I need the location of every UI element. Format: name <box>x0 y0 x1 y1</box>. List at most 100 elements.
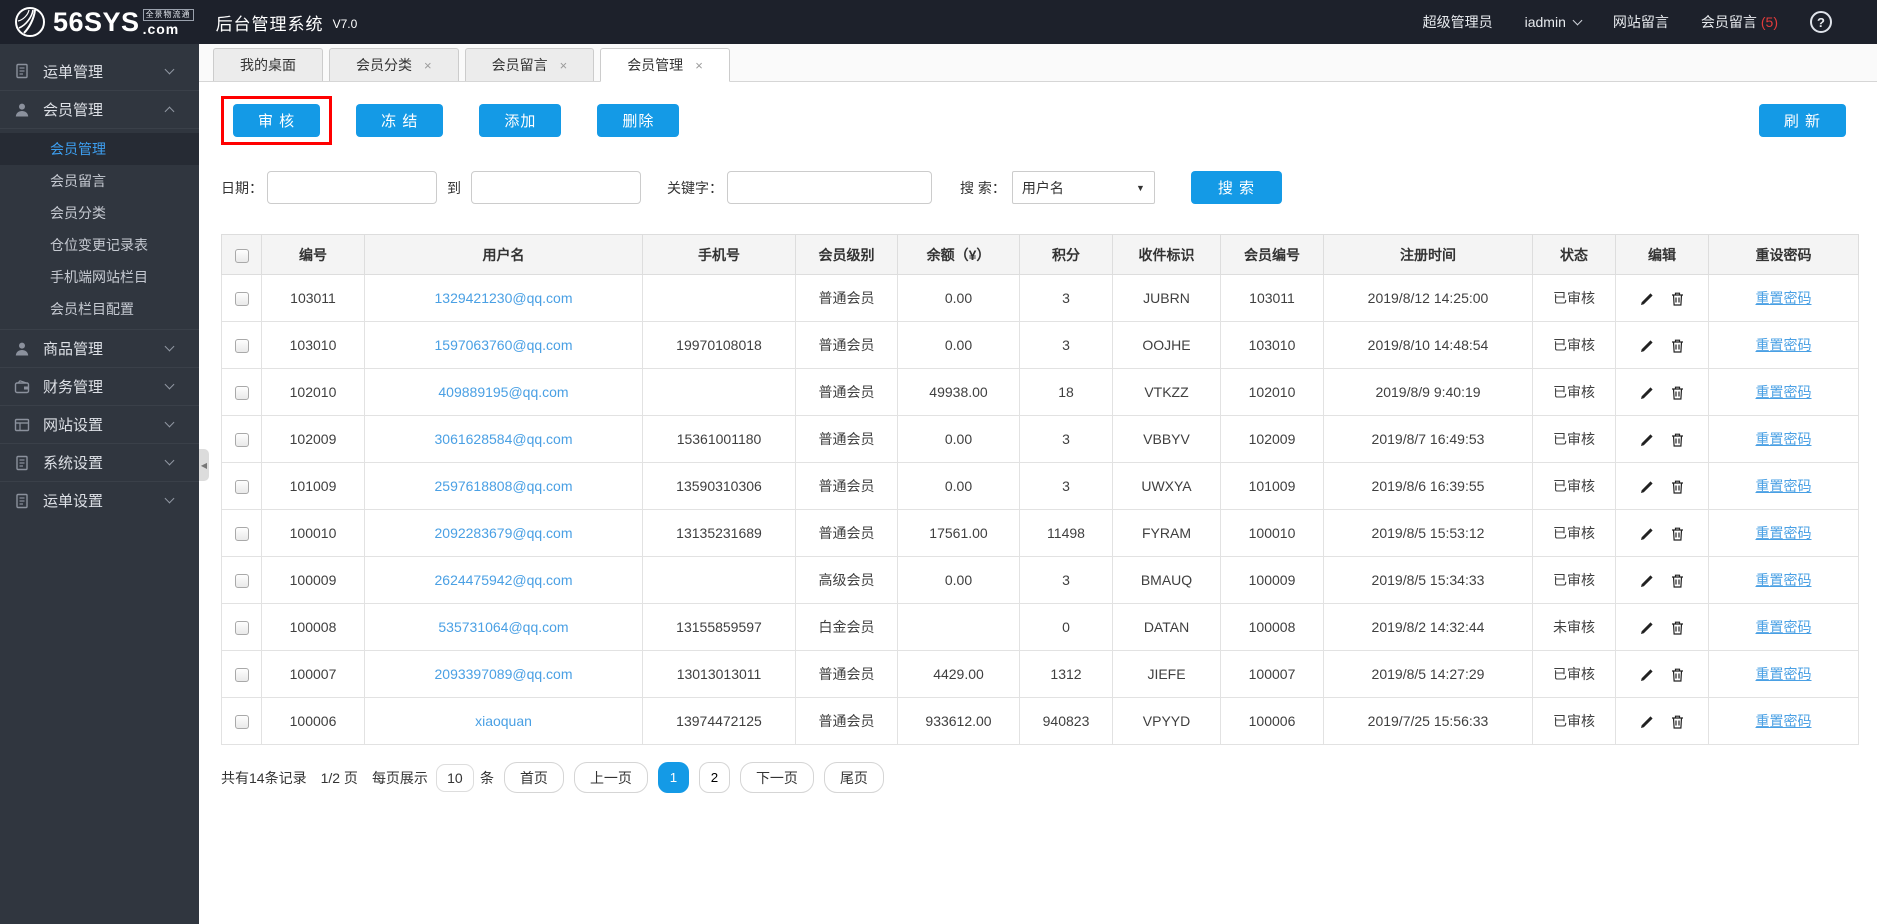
username-link[interactable]: 1329421230@qq.com <box>435 290 573 306</box>
last-page-button[interactable]: 尾页 <box>823 762 884 793</box>
username-link[interactable]: 2093397089@qq.com <box>435 666 573 682</box>
search-type-select[interactable]: 用户名 ▼ <box>1011 171 1155 204</box>
delete-icon[interactable] <box>1671 339 1684 353</box>
sidebar-subitem-member-category[interactable]: 会员分类 <box>0 197 199 229</box>
close-icon[interactable]: × <box>560 58 568 73</box>
reset-password-link[interactable]: 重置密码 <box>1756 384 1812 400</box>
delete-icon[interactable] <box>1671 668 1684 682</box>
row-checkbox[interactable] <box>234 433 249 448</box>
username-link[interactable]: xiaoquan <box>475 713 532 729</box>
tab-member-messages[interactable]: 会员留言 × <box>464 48 595 81</box>
row-checkbox[interactable] <box>234 621 249 636</box>
keyword-input[interactable] <box>727 171 932 204</box>
sidebar-subitem-mobile-site-columns[interactable]: 手机端网站栏目 <box>0 261 199 293</box>
reset-password-link[interactable]: 重置密码 <box>1756 290 1812 306</box>
sidebar-item-waybill-mgmt[interactable]: 运单管理 <box>0 52 199 90</box>
sidebar-item-finance-mgmt[interactable]: 财务管理 <box>0 367 199 405</box>
delete-icon[interactable] <box>1671 574 1684 588</box>
next-page-button[interactable]: 下一页 <box>739 762 814 793</box>
edit-icon[interactable] <box>1640 386 1654 400</box>
edit-icon[interactable] <box>1640 480 1654 494</box>
refresh-button[interactable]: 刷 新 <box>1758 104 1846 137</box>
row-checkbox[interactable] <box>234 339 249 354</box>
row-checkbox[interactable] <box>234 527 249 542</box>
date-from-input[interactable] <box>267 171 437 204</box>
row-checkbox[interactable] <box>234 480 249 495</box>
reset-password-link[interactable]: 重置密码 <box>1756 525 1812 541</box>
sidebar: 运单管理 会员管理 会员管理 会员留言 会员分类 仓位变更记录表 手机端网站栏目… <box>0 44 199 924</box>
logo-tagline: 全景物流通 <box>142 8 194 21</box>
delete-icon[interactable] <box>1671 433 1684 447</box>
row-checkbox[interactable] <box>234 574 249 589</box>
select-all-checkbox[interactable] <box>234 248 249 263</box>
close-icon[interactable]: × <box>695 58 703 73</box>
tab-my-desktop[interactable]: 我的桌面 <box>213 48 323 81</box>
row-checkbox[interactable] <box>234 386 249 401</box>
delete-icon[interactable] <box>1671 527 1684 541</box>
site-messages-link[interactable]: 网站留言 <box>1613 12 1669 32</box>
page-button-2[interactable]: 2 <box>698 762 730 793</box>
chevron-down-icon <box>1572 15 1583 26</box>
chevron-down-icon <box>164 455 175 466</box>
sidebar-item-member-mgmt[interactable]: 会员管理 <box>0 90 199 128</box>
username-link[interactable]: 1597063760@qq.com <box>435 337 573 353</box>
username-link[interactable]: 2597618808@qq.com <box>435 478 573 494</box>
edit-icon[interactable] <box>1640 292 1654 306</box>
username-link[interactable]: 2624475942@qq.com <box>435 572 573 588</box>
edit-icon[interactable] <box>1640 433 1654 447</box>
reset-password-link[interactable]: 重置密码 <box>1756 713 1812 729</box>
table-row: 102010 409889195@qq.com 普通会员 49938.00 18… <box>221 368 1859 416</box>
delete-button[interactable]: 删除 <box>597 104 680 137</box>
sidebar-item-site-settings[interactable]: 网站设置 <box>0 405 199 443</box>
member-messages-link[interactable]: 会员留言 (5) <box>1701 12 1778 32</box>
reset-password-link[interactable]: 重置密码 <box>1756 337 1812 353</box>
date-to-input[interactable] <box>471 171 641 204</box>
edit-icon[interactable] <box>1640 574 1654 588</box>
edit-icon[interactable] <box>1640 339 1654 353</box>
reset-password-link[interactable]: 重置密码 <box>1756 619 1812 635</box>
delete-icon[interactable] <box>1671 386 1684 400</box>
help-icon[interactable]: ? <box>1810 11 1832 33</box>
delete-icon[interactable] <box>1671 715 1684 729</box>
reset-password-link[interactable]: 重置密码 <box>1756 666 1812 682</box>
add-button[interactable]: 添加 <box>479 104 562 137</box>
close-icon[interactable]: × <box>424 58 432 73</box>
sidebar-subitem-member-column-config[interactable]: 会员栏目配置 <box>0 293 199 325</box>
delete-icon[interactable] <box>1671 621 1684 635</box>
reset-password-link[interactable]: 重置密码 <box>1756 478 1812 494</box>
row-checkbox[interactable] <box>234 292 249 307</box>
sidebar-subitem-warehouse-change-log[interactable]: 仓位变更记录表 <box>0 229 199 261</box>
username-link[interactable]: 2092283679@qq.com <box>435 525 573 541</box>
first-page-button[interactable]: 首页 <box>503 762 564 793</box>
audit-button[interactable]: 审 核 <box>233 104 321 137</box>
sidebar-collapse-handle[interactable]: ◀ <box>199 449 209 481</box>
search-button[interactable]: 搜 索 <box>1190 171 1283 204</box>
cell-phone <box>642 368 796 416</box>
edit-icon[interactable] <box>1640 668 1654 682</box>
edit-icon[interactable] <box>1640 527 1654 541</box>
per-page-input[interactable] <box>435 763 474 792</box>
sidebar-item-system-settings[interactable]: 系统设置 <box>0 443 199 481</box>
page-button-1[interactable]: 1 <box>657 762 689 793</box>
user-menu[interactable]: iadmin <box>1525 14 1583 30</box>
reset-password-link[interactable]: 重置密码 <box>1756 431 1812 447</box>
username-link[interactable]: 3061628584@qq.com <box>435 431 573 447</box>
edit-icon[interactable] <box>1640 621 1654 635</box>
tab-member-mgmt[interactable]: 会员管理 × <box>600 48 730 82</box>
freeze-button[interactable]: 冻 结 <box>356 104 444 137</box>
topbar-right: 超级管理员 iadmin 网站留言 会员留言 (5) ? <box>1391 11 1832 33</box>
sidebar-item-product-mgmt[interactable]: 商品管理 <box>0 329 199 367</box>
delete-icon[interactable] <box>1671 292 1684 306</box>
edit-icon[interactable] <box>1640 715 1654 729</box>
username-link[interactable]: 409889195@qq.com <box>438 384 568 400</box>
delete-icon[interactable] <box>1671 480 1684 494</box>
reset-password-link[interactable]: 重置密码 <box>1756 572 1812 588</box>
sidebar-item-waybill-settings[interactable]: 运单设置 <box>0 481 199 519</box>
tab-member-category[interactable]: 会员分类 × <box>329 48 459 81</box>
sidebar-subitem-member-messages[interactable]: 会员留言 <box>0 165 199 197</box>
sidebar-subitem-member-mgmt[interactable]: 会员管理 <box>0 133 199 165</box>
row-checkbox[interactable] <box>234 668 249 683</box>
prev-page-button[interactable]: 上一页 <box>573 762 648 793</box>
row-checkbox[interactable] <box>234 715 249 730</box>
username-link[interactable]: 535731064@qq.com <box>438 619 568 635</box>
